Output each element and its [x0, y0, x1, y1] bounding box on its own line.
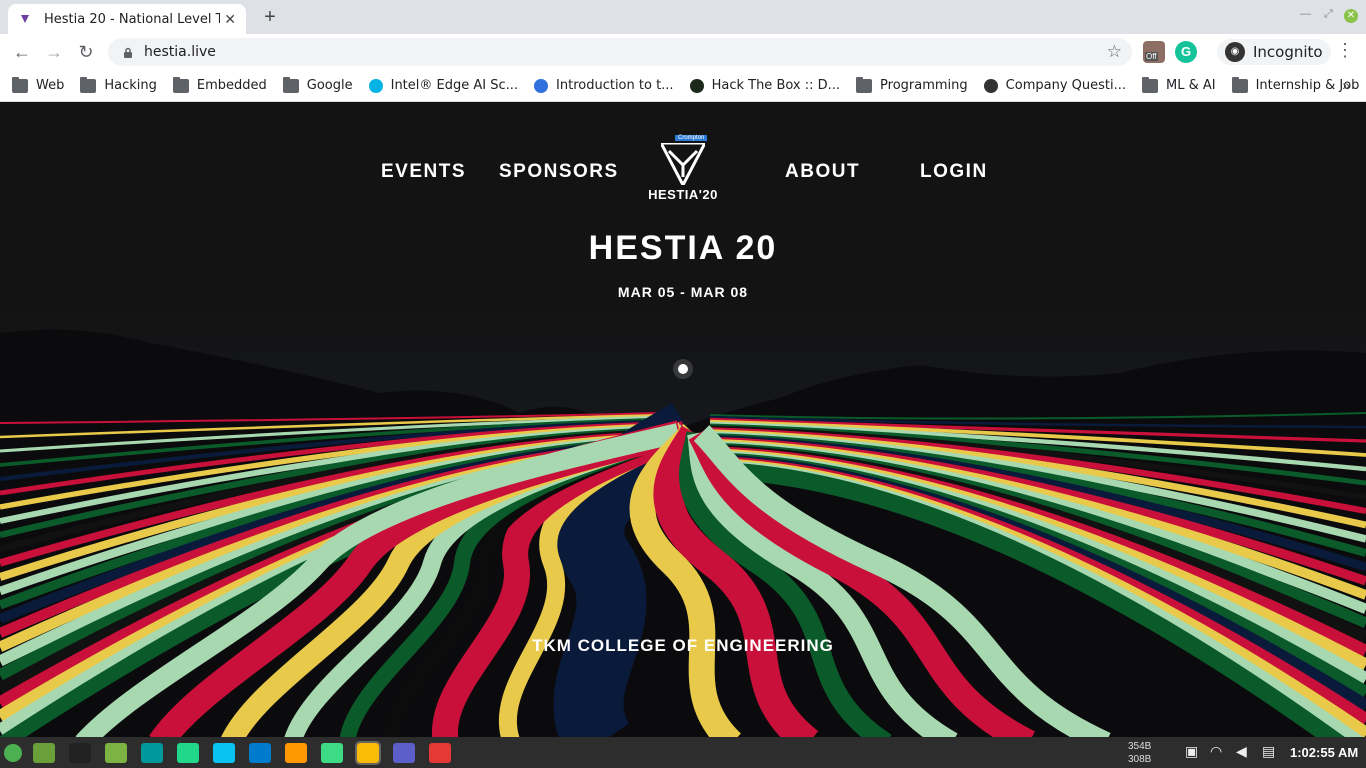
bookmark-item[interactable]: Internship & Job [1231, 76, 1359, 93]
android-studio-icon[interactable] [321, 742, 343, 763]
incognito-icon: ◉ [1225, 42, 1245, 62]
hestia-page: EVENTS SPONSORS ABOUT LOGIN Crompton HES… [0, 103, 1366, 737]
browser-toolbar: ← → ↻ hestia.live ☆ Off G ◉ Incognito [0, 34, 1366, 70]
logo-text: HESTIA'20 [648, 187, 718, 202]
os-taskbar [0, 737, 1366, 768]
forward-button[interactable]: → [42, 40, 66, 64]
new-tab-button[interactable]: + [258, 6, 282, 30]
clipboard-icon[interactable]: ▤ [1262, 743, 1275, 760]
page-title: HESTIA 20 [588, 229, 778, 267]
reload-button[interactable]: ↻ [74, 40, 98, 64]
udacity-icon [368, 78, 383, 93]
bookmark-label: Embedded [196, 78, 267, 93]
back-button[interactable]: ← [10, 40, 34, 64]
show-desktop-icon[interactable] [33, 742, 55, 763]
tab-close-icon[interactable]: ✕ [224, 11, 236, 28]
folder-icon [1142, 76, 1158, 93]
minimize-icon[interactable]: — [1300, 8, 1311, 20]
link-icon [534, 78, 549, 93]
bookmark-label: ML & AI [1166, 78, 1216, 93]
vscode-icon[interactable] [249, 742, 271, 763]
address-bar[interactable]: hestia.live ☆ [108, 38, 1132, 66]
event-dates: MAR 05 - MAR 08 [617, 284, 749, 300]
extension-off-icon[interactable]: Off [1143, 41, 1165, 63]
bookmark-item[interactable]: Hack The Box :: D... [689, 78, 841, 93]
hestia-emblem-icon [661, 143, 705, 185]
bookmark-label: Web [36, 78, 65, 93]
bookmark-item[interactable]: Intel® Edge AI Sc... [368, 78, 519, 93]
folder-icon [856, 76, 873, 93]
bookmark-item[interactable]: ML & AI [1142, 76, 1216, 93]
tab-title: Hestia 20 - National Level Tech [44, 11, 220, 27]
nav-sponsors-link[interactable]: SPONSORS [499, 161, 619, 183]
hestia-favicon-icon [18, 12, 32, 26]
chrome-menu-icon[interactable]: ⋮ [1336, 40, 1354, 61]
bookmark-item[interactable]: Hacking [80, 76, 157, 93]
bookmark-label: Programming [880, 78, 968, 93]
chrome-window-icon[interactable] [355, 740, 381, 765]
incognito-label: Incognito [1253, 43, 1323, 61]
bookmark-item[interactable]: Embedded [172, 76, 267, 93]
screenshot-tray-icon[interactable]: ▣ [1185, 743, 1198, 760]
bookmark-label: Hacking [104, 78, 157, 93]
mint-menu-icon[interactable] [4, 743, 22, 762]
bookmark-star-icon[interactable]: ☆ [1107, 42, 1122, 62]
globe-icon [983, 78, 998, 93]
folder-icon [80, 76, 97, 93]
network-speed: 354B 308B [1128, 740, 1151, 766]
clion-icon[interactable] [177, 742, 199, 763]
maximize-icon[interactable]: ⤢ [1324, 8, 1333, 21]
teams-icon[interactable] [393, 742, 415, 763]
net-down-value: 308B [1128, 754, 1152, 765]
lock-icon [122, 46, 134, 58]
nav-about-link[interactable]: ABOUT [785, 161, 860, 183]
bookmark-label: Hack The Box :: D... [711, 78, 841, 93]
folder-icon [12, 76, 28, 93]
striped-landscape-art [0, 303, 1366, 737]
bookmarks-bar: Web Hacking Embedded Google Intel® Edge AI S… [0, 70, 1366, 102]
window-close-icon[interactable]: ✕ [1344, 9, 1358, 23]
terminal-icon[interactable] [69, 742, 91, 763]
folder-icon [282, 76, 299, 93]
sponsor-brand-tag: Crompton [675, 135, 708, 141]
system-clock[interactable]: 1:02:55 AM [1290, 745, 1358, 760]
tab-strip: Hestia 20 - National Level Tech ✕ + — ⤢ … [0, 0, 1366, 34]
bookmark-label: Google [306, 78, 353, 93]
arduino-icon[interactable] [141, 742, 163, 763]
folder-icon [172, 76, 189, 93]
folder-icon [1231, 76, 1248, 93]
extension-badge: Off [1145, 52, 1158, 61]
bookmark-item[interactable]: Company Questi... [983, 78, 1126, 93]
files-icon[interactable] [105, 742, 127, 763]
bookmark-label: Company Questi... [1005, 78, 1126, 93]
bookmarks-overflow-icon[interactable]: » [1342, 77, 1350, 93]
screen-recorder-icon[interactable] [429, 742, 451, 763]
nav-events-link[interactable]: EVENTS [381, 161, 466, 183]
bookmark-label: Introduction to t... [556, 78, 674, 93]
grammarly-icon[interactable]: G [1175, 41, 1197, 63]
bookmark-label: Intel® Edge AI Sc... [390, 78, 519, 93]
sublime-icon[interactable] [285, 742, 307, 763]
bookmark-item[interactable]: Web [12, 76, 65, 93]
bookmark-item[interactable]: Programming [856, 76, 968, 93]
nav-login-link[interactable]: LOGIN [920, 161, 988, 183]
bookmark-item[interactable]: Google [282, 76, 353, 93]
bookmark-item[interactable]: Introduction to t... [534, 78, 674, 93]
wifi-icon[interactable]: ◠ [1210, 743, 1222, 760]
url-text: hestia.live [144, 44, 216, 60]
hestia-logo[interactable]: Crompton HESTIA'20 [645, 133, 725, 203]
volume-icon[interactable]: ◀ [1236, 743, 1247, 760]
htb-icon [689, 78, 704, 93]
browser-tab[interactable]: Hestia 20 - National Level Tech ✕ [8, 4, 246, 34]
incognito-indicator[interactable]: ◉ Incognito [1217, 39, 1331, 65]
webstorm-icon[interactable] [213, 742, 235, 763]
college-name: TKM COLLEGE OF ENGINEERING [532, 636, 834, 655]
net-up-value: 354B [1128, 741, 1152, 752]
